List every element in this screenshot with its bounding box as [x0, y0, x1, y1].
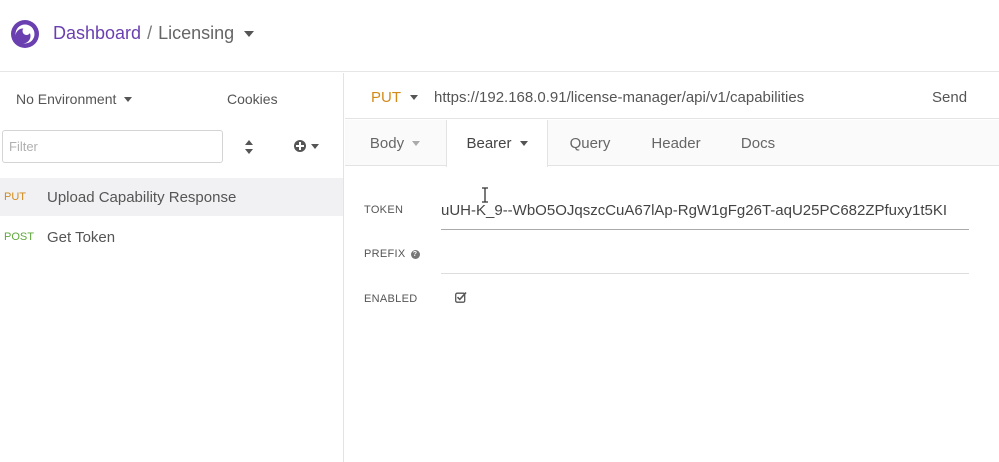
tab-label: Query [569, 134, 611, 152]
tab-label: Body [369, 134, 405, 152]
environment-label: No Environment [16, 91, 117, 107]
help-icon[interactable]: ? [410, 250, 420, 259]
sidebar: No Environment Cookies PUT Upload Capabi… [0, 73, 344, 462]
chevron-down-icon [412, 140, 421, 146]
environment-selector[interactable]: No Environment [16, 91, 133, 107]
prefix-input[interactable] [441, 243, 969, 274]
filter-input[interactable] [2, 130, 223, 163]
tab-docs[interactable]: Docs [725, 120, 791, 166]
tab-query[interactable]: Query [550, 120, 630, 166]
prefix-label-text: PREFIX [364, 248, 406, 260]
chevron-down-icon [410, 95, 418, 100]
tab-label: Bearer [466, 135, 512, 152]
sort-icon[interactable] [244, 139, 254, 155]
request-item-upload-capability[interactable]: PUT Upload Capability Response [0, 178, 343, 216]
breadcrumb: Dashboard / Licensing [53, 23, 255, 44]
app-header: Dashboard / Licensing [0, 0, 999, 72]
request-method-badge: POST [4, 231, 34, 243]
method-selector[interactable]: PUT [371, 89, 418, 106]
send-button[interactable]: Send [932, 89, 967, 106]
method-label: PUT [371, 89, 401, 106]
prefix-label: PREFIX? [364, 248, 420, 260]
chevron-down-icon [311, 143, 319, 149]
tab-header[interactable]: Header [635, 120, 717, 166]
request-tabs: Body Bearer Query Header Docs [345, 120, 999, 167]
cookies-button[interactable]: Cookies [227, 91, 278, 107]
request-method-badge: PUT [4, 191, 26, 203]
chevron-down-icon[interactable] [244, 30, 255, 37]
request-name: Get Token [47, 228, 116, 246]
breadcrumb-separator: / [147, 23, 153, 43]
chevron-down-icon [124, 96, 133, 102]
token-input[interactable]: uUH-K_9--WbO5OJqszcCuA67lAp-RgW1gFg26T-a… [441, 196, 969, 230]
request-item-get-token[interactable]: POST Get Token [0, 218, 343, 256]
breadcrumb-dashboard-link[interactable]: Dashboard [53, 23, 141, 44]
url-input[interactable]: https://192.168.0.91/license-manager/api… [434, 89, 804, 106]
enabled-label: ENABLED [364, 293, 418, 305]
tab-body[interactable]: Body [345, 120, 445, 166]
breadcrumb-workspace[interactable]: Licensing [158, 23, 234, 44]
request-name: Upload Capability Response [47, 188, 237, 206]
tab-label: Docs [740, 134, 776, 152]
url-bar: PUT https://192.168.0.91/license-manager… [345, 73, 999, 119]
plus-circle-icon [294, 140, 306, 152]
token-label: TOKEN [364, 204, 404, 216]
insomnia-logo-icon[interactable] [10, 19, 40, 49]
request-pane: PUT https://192.168.0.91/license-manager… [345, 73, 999, 462]
enabled-checkbox-icon[interactable] [455, 291, 467, 303]
add-request-button[interactable] [294, 140, 319, 152]
tab-label: Header [651, 134, 701, 152]
tab-bearer[interactable]: Bearer [446, 120, 548, 167]
text-cursor-icon [482, 187, 488, 203]
chevron-down-icon [519, 141, 528, 146]
